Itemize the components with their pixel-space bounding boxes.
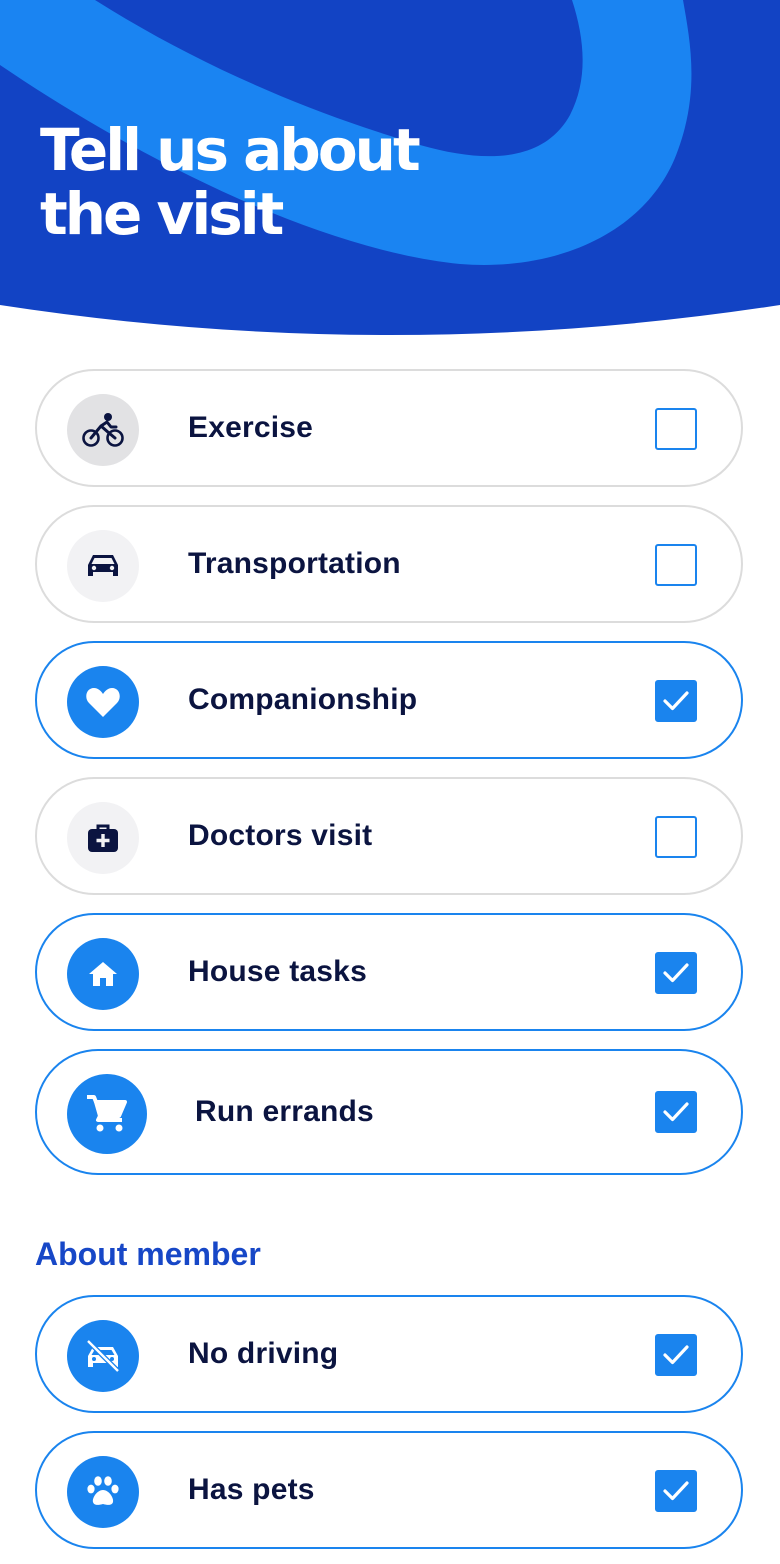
option-house-tasks[interactable]: House tasks: [35, 913, 743, 1031]
option-transportation[interactable]: Transportation: [35, 505, 743, 623]
option-label: Companionship: [188, 683, 418, 716]
checkbox-no-driving[interactable]: [655, 1334, 697, 1376]
option-companionship[interactable]: Companionship: [35, 641, 743, 759]
checkbox-has-pets[interactable]: [655, 1470, 697, 1512]
option-label: Doctors visit: [188, 819, 373, 852]
option-label: House tasks: [188, 955, 367, 988]
heart-icon: [67, 666, 139, 738]
checkbox-run-errands[interactable]: [655, 1091, 697, 1133]
no-driving-icon: [67, 1320, 139, 1392]
option-no-driving[interactable]: No driving: [35, 1295, 743, 1413]
checkmark-icon: [663, 1481, 689, 1501]
checkmark-icon: [663, 963, 689, 983]
home-icon: [67, 938, 139, 1010]
checkbox-transportation[interactable]: [655, 544, 697, 586]
option-doctors-visit[interactable]: Doctors visit: [35, 777, 743, 895]
section-title-about-member: About member: [35, 1236, 261, 1272]
option-has-pets[interactable]: Has pets: [35, 1431, 743, 1549]
option-label: No driving: [188, 1337, 339, 1370]
shopping-cart-icon: [67, 1074, 147, 1154]
checkbox-exercise[interactable]: [655, 408, 697, 450]
checkmark-icon: [663, 691, 689, 711]
checkbox-companionship[interactable]: [655, 680, 697, 722]
medical-bag-icon: [67, 802, 139, 874]
page-title: Tell us about the visit: [40, 116, 421, 248]
header-banner: Tell us about the visit: [0, 0, 780, 345]
paw-icon: [67, 1456, 139, 1528]
option-label: Run errands: [195, 1095, 374, 1128]
checkmark-icon: [663, 1345, 689, 1365]
option-label: Transportation: [188, 547, 401, 580]
bicycle-icon: [67, 394, 139, 466]
car-icon: [67, 530, 139, 602]
option-label: Exercise: [188, 411, 314, 444]
option-label: Has pets: [188, 1473, 315, 1506]
checkbox-doctors-visit[interactable]: [655, 816, 697, 858]
option-exercise[interactable]: Exercise: [35, 369, 743, 487]
option-run-errands[interactable]: Run errands: [35, 1049, 743, 1175]
checkmark-icon: [663, 1102, 689, 1122]
checkbox-house-tasks[interactable]: [655, 952, 697, 994]
